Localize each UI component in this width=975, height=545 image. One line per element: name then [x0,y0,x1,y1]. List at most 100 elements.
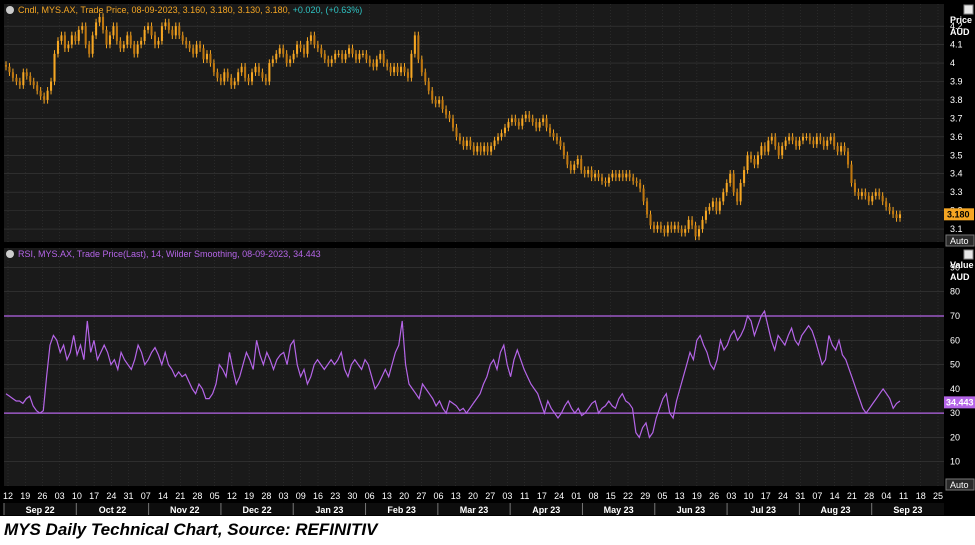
rsi-panel-button [963,249,974,260]
candle-body [718,201,721,211]
rsi-axis-unit: AUD [950,272,970,282]
candle-body [56,40,60,54]
candle-body [275,53,278,60]
candle-body [711,201,714,207]
price-tick-label: 4 [950,58,955,68]
candle-body [600,177,604,182]
candle-body [22,72,25,86]
price-legend-icon [6,6,14,14]
candle-body [725,182,728,193]
candle-body [431,90,434,100]
candle-body [77,29,80,41]
candle-body [805,136,808,139]
x-day-label: 09 [296,491,306,501]
candle-body [209,53,212,64]
candle-body [448,114,451,119]
candle-body [652,225,656,230]
candle-body [8,66,11,73]
candle-body [739,182,742,202]
x-day-label: 30 [347,491,357,501]
candle-body [656,225,659,230]
candle-body [635,181,638,183]
candle-body [136,44,139,54]
candle-body [167,22,170,30]
candle-body [756,155,759,165]
candle-body [396,66,399,73]
price-auto-label: Auto [950,236,969,246]
candle-body [455,127,458,137]
candle-body [528,114,531,119]
candle-body [843,146,846,152]
candle-body [691,219,694,226]
candle-body [115,26,118,41]
candle-body [770,136,773,141]
price-tick-label: 4.1 [950,40,963,50]
price-tick-label: 3.5 [950,150,963,160]
x-month-label: Nov 22 [170,505,200,515]
x-day-label: 06 [434,491,444,501]
candle-body [503,127,507,134]
candle-body [625,173,628,178]
candle-body [878,192,881,196]
x-day-label: 24 [778,491,788,501]
price-tick-label: 3.8 [950,95,963,105]
candle-body [760,146,763,156]
candle-body [763,146,766,152]
candle-body [296,44,299,54]
rsi-tick-label: 60 [950,335,960,345]
candle-body [302,48,306,54]
candle-body [472,146,475,152]
x-day-label: 26 [37,491,47,501]
candle-body [559,140,562,147]
candle-body [898,214,902,219]
candle-body [607,177,610,183]
candle-body [271,59,274,64]
x-month-label: Jan 23 [315,505,343,515]
candle-body [81,26,84,30]
candle-body [43,96,46,100]
candle-body [680,229,683,233]
x-day-label: 11 [520,491,529,501]
x-day-label: 25 [933,491,943,501]
candle-body [777,146,780,156]
candle-body [160,26,163,41]
candle-body [507,122,510,128]
candle-body [427,81,430,91]
candle-body [365,53,368,60]
x-day-label: 28 [864,491,874,501]
candle-body [524,114,527,119]
candle-body [129,35,132,45]
candle-body [753,158,756,165]
candle-body [88,44,91,54]
price-tick-label: 3.6 [950,132,963,142]
candle-body [36,85,39,91]
candle-body [185,40,188,45]
x-day-label: 19 [20,491,30,501]
price-panel-button [963,4,974,15]
rsi-tick-label: 80 [950,287,960,297]
candle-body [815,136,818,145]
candle-body [112,26,115,36]
candle-body [850,164,853,183]
candle-body [618,173,621,178]
rsi-auto-label: Auto [950,480,969,490]
candle-body [642,188,645,202]
x-month-label: Oct 22 [99,505,127,515]
candle-body [677,225,680,230]
x-month-label: Feb 23 [387,505,416,515]
x-day-label: 05 [210,491,220,501]
candle-body [53,53,56,82]
candle-body [60,35,63,41]
candle-body [708,206,711,211]
candle-body [812,140,815,145]
rsi-legend-icon [6,250,14,258]
candle-body [538,122,541,128]
price-tick-label: 3.3 [950,187,963,197]
candle-body [569,164,572,171]
candle-body [684,229,687,233]
x-day-label: 03 [502,491,512,501]
rsi-legend: RSI, MYS.AX, Trade Price(Last), 14, Wild… [18,249,321,259]
candle-body [348,48,351,54]
candle-body [233,81,236,86]
x-month-label: Apr 23 [532,505,560,515]
